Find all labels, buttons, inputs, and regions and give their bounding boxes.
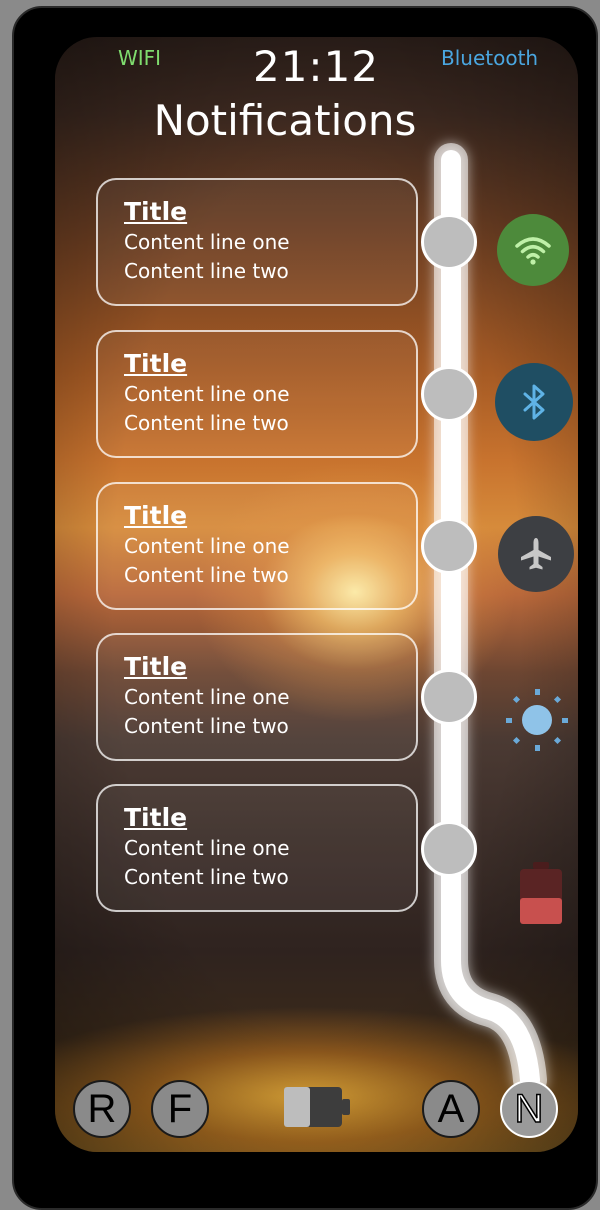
bluetooth-icon xyxy=(523,384,545,420)
timeline-node-3[interactable] xyxy=(421,518,477,574)
notification-title: Title xyxy=(124,349,188,378)
notification-line-two: Content line two xyxy=(124,563,289,587)
timeline-node-2[interactable] xyxy=(421,366,477,422)
notification-title: Title xyxy=(124,501,188,530)
a-button[interactable]: A xyxy=(422,1080,480,1138)
notification-line-one: Content line one xyxy=(124,382,290,406)
n-button[interactable]: N xyxy=(500,1080,558,1138)
notification-card-1[interactable]: Title Content line one Content line two xyxy=(96,178,418,306)
notification-line-two: Content line two xyxy=(124,411,289,435)
brightness-icon xyxy=(506,689,568,751)
notification-card-5[interactable]: Title Content line one Content line two xyxy=(96,784,418,912)
timeline-node-4[interactable] xyxy=(421,669,477,725)
battery-icon xyxy=(284,1087,350,1127)
notification-line-one: Content line one xyxy=(124,534,290,558)
notification-title: Title xyxy=(124,803,188,832)
notification-card-4[interactable]: Title Content line one Content line two xyxy=(96,633,418,761)
notification-card-2[interactable]: Title Content line one Content line two xyxy=(96,330,418,458)
notification-card-3[interactable]: Title Content line one Content line two xyxy=(96,482,418,610)
notification-line-two: Content line two xyxy=(124,865,289,889)
notification-line-one: Content line one xyxy=(124,685,290,709)
notification-line-two: Content line two xyxy=(124,259,289,283)
f-button[interactable]: F xyxy=(151,1080,209,1138)
notification-line-one: Content line one xyxy=(124,836,290,860)
airplane-icon xyxy=(521,538,551,570)
wifi-icon xyxy=(515,237,551,265)
timeline-node-5[interactable] xyxy=(421,821,477,877)
r-button[interactable]: R xyxy=(73,1080,131,1138)
notification-title: Title xyxy=(124,652,188,681)
notification-title: Title xyxy=(124,197,188,226)
bluetooth-toggle[interactable] xyxy=(495,363,573,441)
notification-line-one: Content line one xyxy=(124,230,290,254)
brightness-control[interactable] xyxy=(500,683,574,757)
timeline-node-1[interactable] xyxy=(421,214,477,270)
wifi-toggle[interactable] xyxy=(497,214,569,286)
airplane-mode-toggle[interactable] xyxy=(498,516,574,592)
notification-line-two: Content line two xyxy=(124,714,289,738)
battery-low-icon[interactable] xyxy=(520,862,562,924)
